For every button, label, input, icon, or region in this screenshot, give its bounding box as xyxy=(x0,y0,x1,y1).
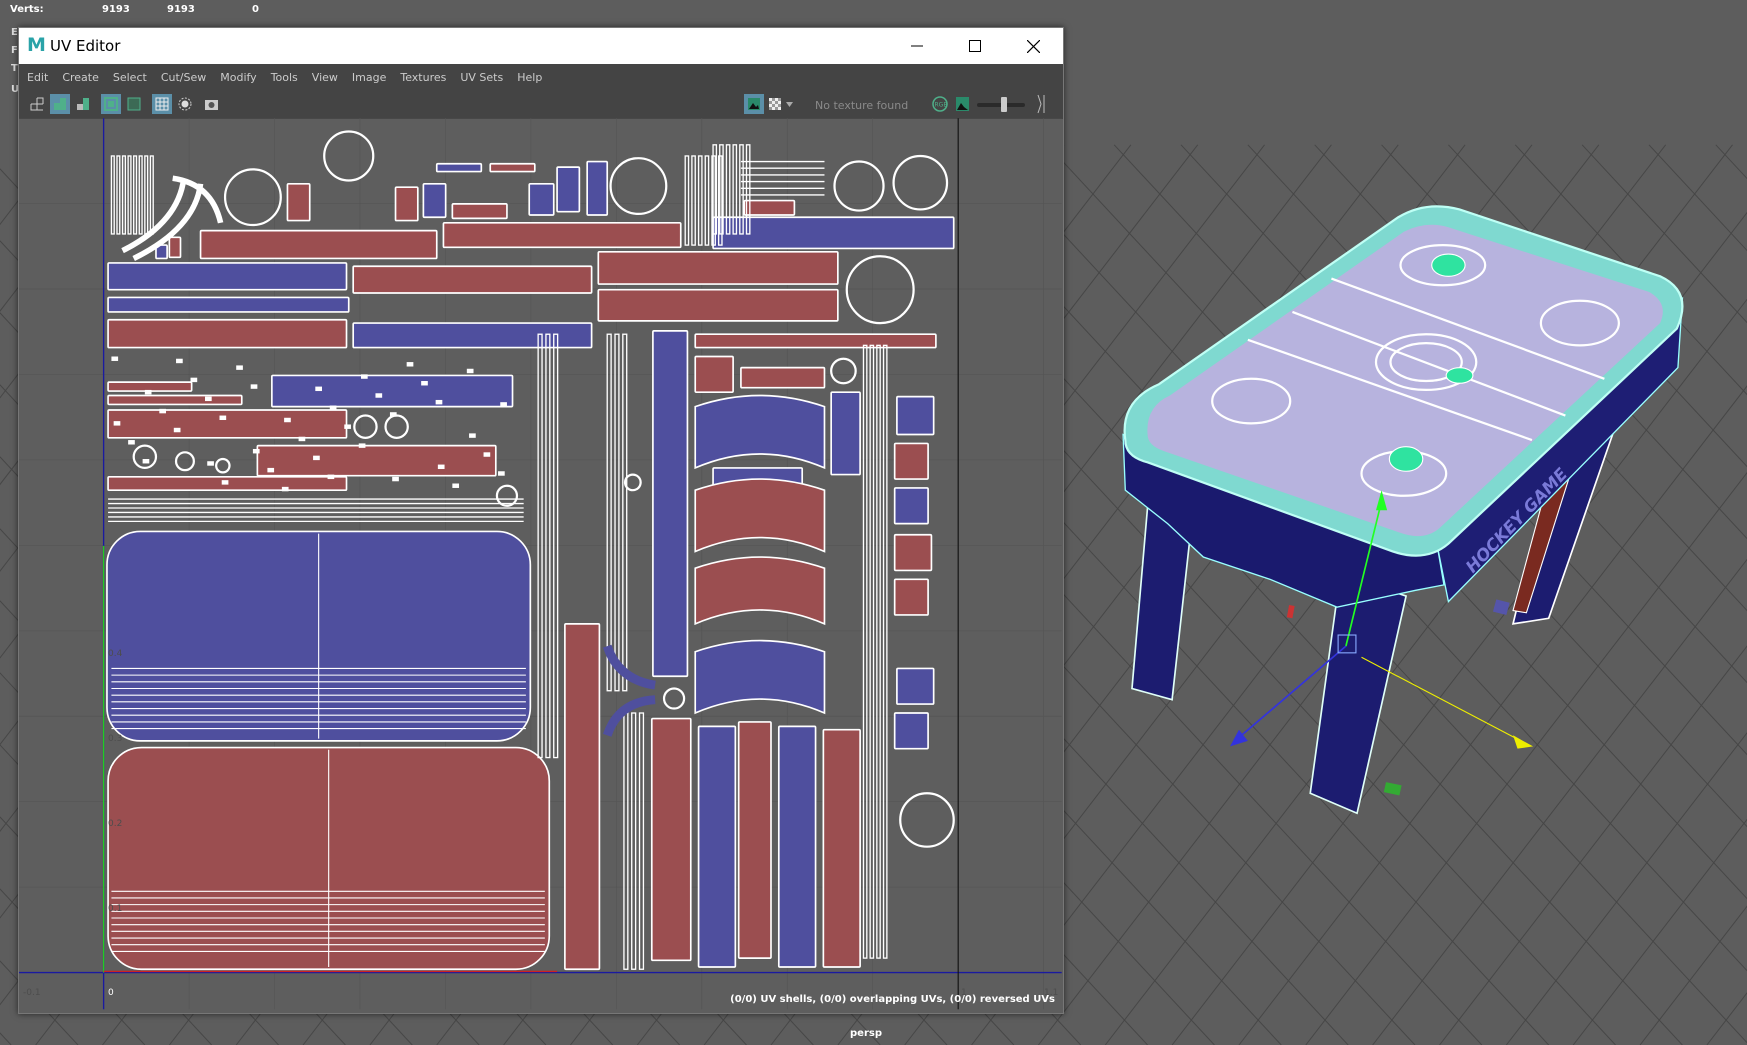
uv-border-button[interactable] xyxy=(101,94,121,114)
uv-grid-icon xyxy=(30,97,44,111)
v-label-0: 0 xyxy=(108,988,114,998)
xy-plane-handle[interactable] xyxy=(1492,599,1510,615)
menu-view[interactable]: View xyxy=(312,71,338,84)
menu-select[interactable]: Select xyxy=(113,71,147,84)
dropdown-arrow-icon xyxy=(785,101,793,107)
mallet-near xyxy=(1388,446,1424,472)
image-display-button[interactable] xyxy=(744,94,764,114)
v-label-0.3: 0.3 xyxy=(108,734,123,744)
maximize-icon xyxy=(969,40,981,52)
menu-textures[interactable]: Textures xyxy=(400,71,446,84)
hud-row-tris: T xyxy=(11,63,18,74)
menu-help[interactable]: Help xyxy=(517,71,542,84)
svg-text:RGB: RGB xyxy=(935,102,948,109)
grid-display-button[interactable] xyxy=(152,94,172,114)
hud-verts-value-2: 9193 xyxy=(167,4,195,15)
mallet-far xyxy=(1431,253,1466,277)
uv-shaded-button[interactable] xyxy=(50,94,70,114)
snapshot-icon xyxy=(204,99,218,110)
rgb-channel-icon: RGB xyxy=(932,96,948,112)
uv-editor-window[interactable]: M UV Editor Edit Create Select Cut/Sew Modif… xyxy=(18,27,1064,1014)
title-bar[interactable]: M UV Editor xyxy=(19,28,1063,64)
menu-bar: Edit Create Select Cut/Sew Modify Tools View Im… xyxy=(19,64,1063,90)
image-display-icon xyxy=(748,98,760,110)
rgb-channel-button[interactable]: RGB xyxy=(930,94,950,114)
minimize-button[interactable] xyxy=(891,28,943,64)
v-label-0.1: 0.1 xyxy=(108,904,123,914)
uv-toolbar: No texture found RGB xyxy=(19,90,1063,119)
maximize-button[interactable] xyxy=(949,28,1001,64)
exposure-slider[interactable] xyxy=(977,97,1025,112)
menu-create[interactable]: Create xyxy=(62,71,99,84)
menu-image[interactable]: Image xyxy=(352,71,386,84)
hud-row-edges: E xyxy=(11,27,18,38)
window-title: UV Editor xyxy=(50,37,121,55)
image-ratio-button[interactable] xyxy=(952,94,972,114)
checker-button[interactable] xyxy=(765,94,785,114)
snapshot-button[interactable] xyxy=(201,94,221,114)
air-hockey-table-model[interactable]: HOCKEY GAME xyxy=(1122,205,1684,815)
texture-dropdown-button[interactable] xyxy=(783,94,795,114)
close-icon xyxy=(1026,39,1040,53)
close-button[interactable] xyxy=(1007,28,1059,64)
menu-tools[interactable]: Tools xyxy=(271,71,298,84)
grid-display-icon xyxy=(155,97,169,111)
minimize-icon xyxy=(911,45,923,47)
expand-toolbar-button[interactable] xyxy=(1035,94,1049,114)
uv-distortion-icon xyxy=(77,98,89,110)
expand-icon xyxy=(1037,94,1045,114)
v-label-0.2: 0.2 xyxy=(108,819,123,829)
uv-grid-button[interactable] xyxy=(27,94,47,114)
grid-line xyxy=(1706,992,1747,1045)
image-ratio-icon xyxy=(955,97,969,111)
hud-row-faces: F xyxy=(11,45,18,56)
soft-select-button[interactable] xyxy=(175,94,195,114)
uv-shell-border-button[interactable] xyxy=(124,94,144,114)
texture-status: No texture found xyxy=(815,99,909,112)
menu-cut-sew[interactable]: Cut/Sew xyxy=(161,71,206,84)
hud-verts-value-1: 9193 xyxy=(102,4,130,15)
puck xyxy=(1445,367,1474,384)
maya-logo-icon: M xyxy=(27,34,46,56)
grid-line xyxy=(1715,144,1747,180)
menu-modify[interactable]: Modify xyxy=(220,71,256,84)
xz-plane-handle[interactable] xyxy=(1383,782,1402,796)
hud-verts-label: Verts: xyxy=(10,4,44,15)
exposure-slider-thumb[interactable] xyxy=(1001,97,1007,112)
uv-canvas[interactable]: 0.4 0.3 0.2 0.1 0 -0.1 1 1.1 (0/0) UV sh… xyxy=(19,119,1063,1013)
hud-verts-value-3: 0 xyxy=(252,4,259,15)
menu-uv-sets[interactable]: UV Sets xyxy=(460,71,503,84)
soft-select-icon xyxy=(178,97,192,111)
yz-plane-handle[interactable] xyxy=(1286,604,1295,619)
uv-distortion-button[interactable] xyxy=(73,94,93,114)
u-label-neg-0.1: -0.1 xyxy=(23,988,41,998)
checker-icon xyxy=(769,98,781,110)
v-label-0.4: 0.4 xyxy=(108,649,123,659)
menu-edit[interactable]: Edit xyxy=(27,71,48,84)
uv-status-text: (0/0) UV shells, (0/0) overlapping UVs, … xyxy=(730,994,1055,1005)
uv-shaded-icon xyxy=(54,98,66,110)
uv-shell-border-icon xyxy=(127,97,141,111)
camera-label: persp xyxy=(850,1028,882,1039)
uv-border-icon xyxy=(104,97,118,111)
front-right-leg xyxy=(1309,572,1408,815)
